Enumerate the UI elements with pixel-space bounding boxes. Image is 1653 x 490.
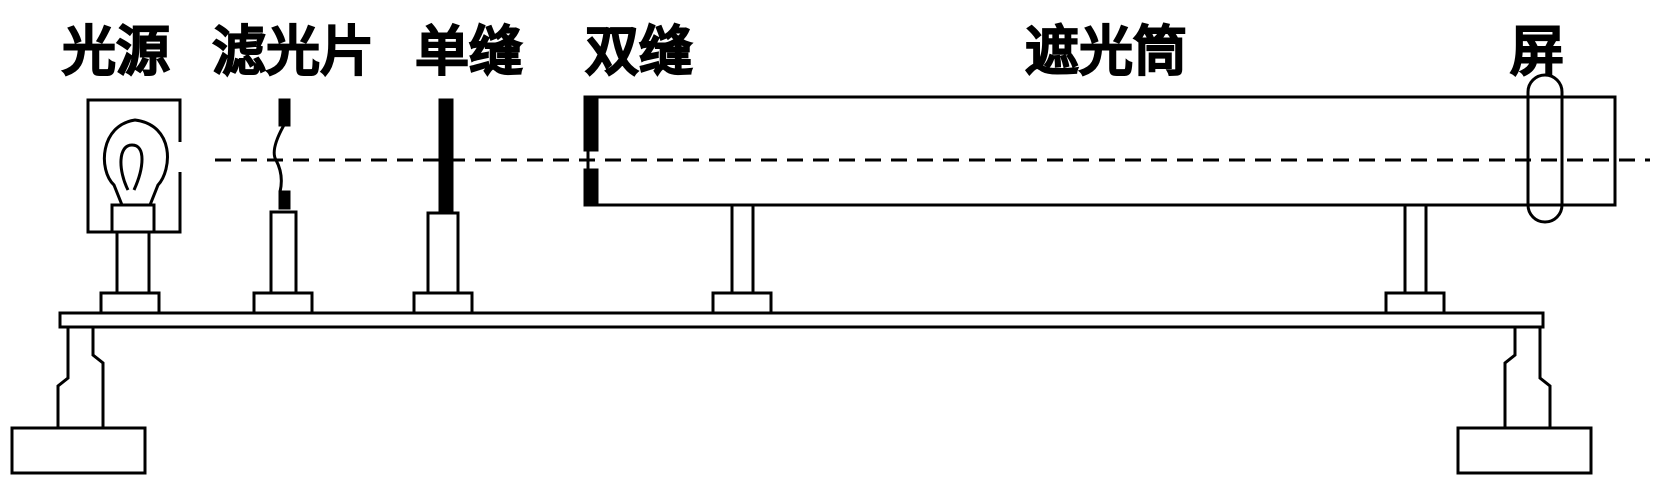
filter-top-tab xyxy=(278,98,291,127)
light-source xyxy=(86,98,182,315)
left-support-leg xyxy=(56,327,105,428)
filter-post xyxy=(269,210,298,295)
filter-mount xyxy=(252,291,314,315)
label-single-slit: 单缝 xyxy=(415,20,523,83)
lamp-post xyxy=(115,232,151,293)
double-slit-upper-plate xyxy=(583,95,599,152)
right-support-leg xyxy=(1503,327,1552,428)
label-light-source: 光源 xyxy=(62,20,170,83)
double-slit-interference-apparatus: 光源 滤光片 单缝 双缝 遮光筒 屏 xyxy=(10,19,1650,475)
right-foot xyxy=(1456,426,1593,475)
left-foot xyxy=(10,426,147,475)
single-slit xyxy=(412,98,474,315)
lamp-base xyxy=(110,203,156,234)
filter-bottom-tab xyxy=(278,190,291,210)
lamp-mount xyxy=(99,291,161,315)
filter xyxy=(252,98,314,315)
optical-bench xyxy=(58,311,1545,329)
single-slit-mount xyxy=(412,291,474,315)
double-slit-lower-plate xyxy=(583,168,599,207)
single-slit-post xyxy=(426,211,460,295)
hood-tube xyxy=(586,95,1617,207)
hood-left-post xyxy=(730,205,755,293)
label-double-slit: 双缝 xyxy=(585,20,693,83)
label-hood: 遮光筒 xyxy=(1025,20,1187,83)
bulb-icon xyxy=(102,118,169,207)
label-filter: 滤光片 xyxy=(212,20,374,83)
hood-right-post xyxy=(1403,205,1428,293)
double-slit xyxy=(583,95,599,207)
hood-right-mount xyxy=(1384,291,1446,315)
hood-left-mount xyxy=(711,291,773,315)
label-screen: 屏 xyxy=(1510,20,1564,83)
bulb-filament xyxy=(119,143,144,191)
hood xyxy=(586,95,1617,315)
single-slit-plate xyxy=(438,98,454,212)
